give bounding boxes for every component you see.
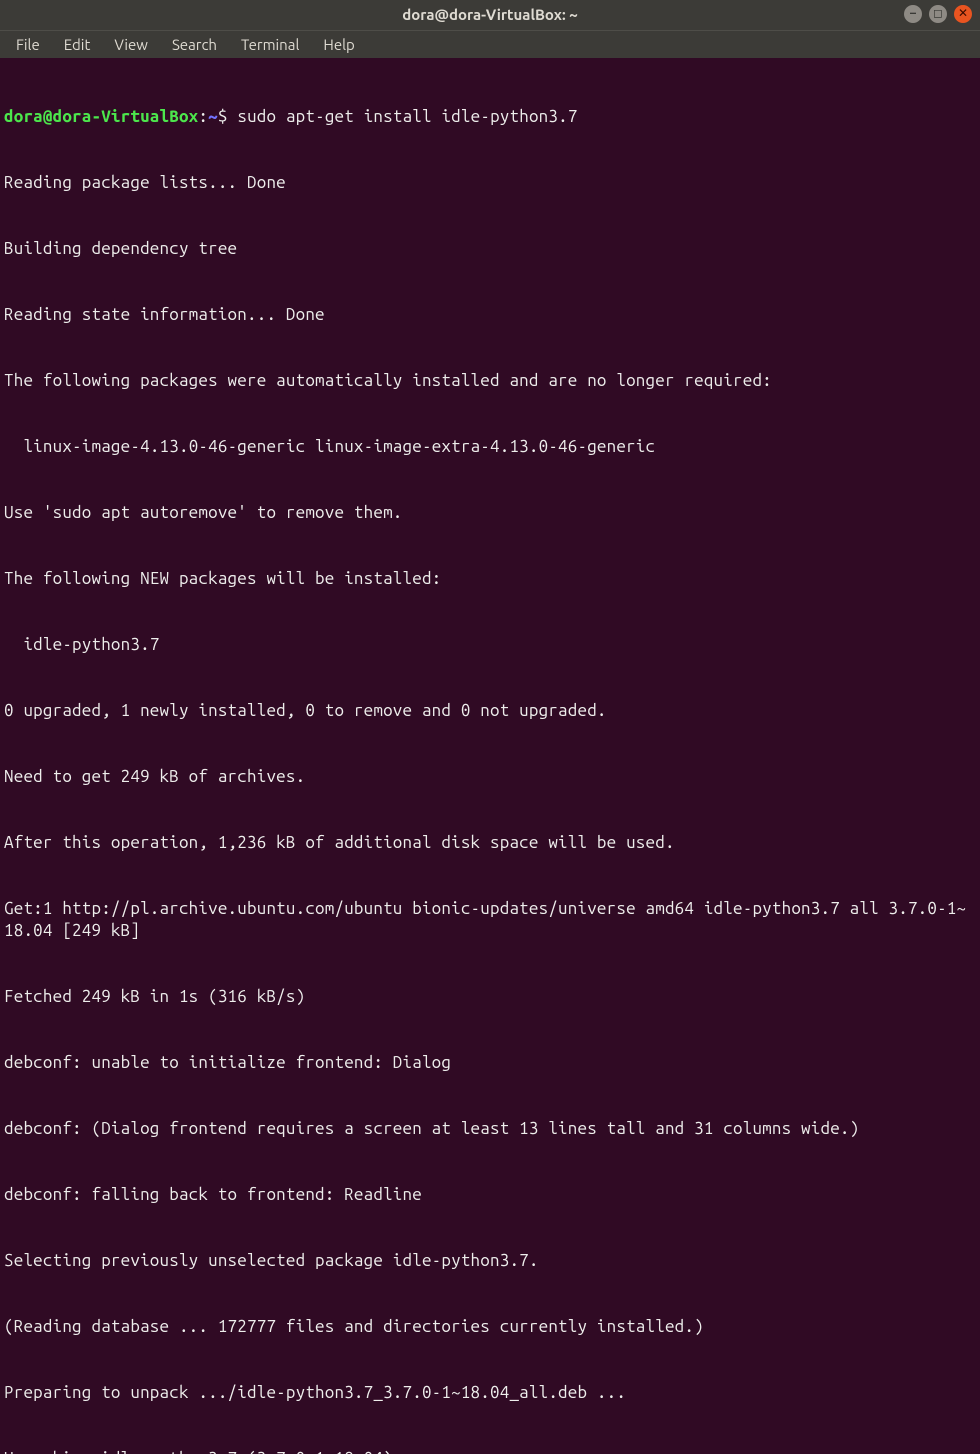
window-controls: – ◻ ✕ [904, 5, 972, 23]
output-line: Use 'sudo apt autoremove' to remove them… [4, 502, 974, 524]
output-line: Unpacking idle-python3.7 (3.7.0-1~18.04)… [4, 1448, 974, 1454]
output-line: (Reading database ... 172777 files and d… [4, 1316, 974, 1338]
output-line: 0 upgraded, 1 newly installed, 0 to remo… [4, 700, 974, 722]
output-line: linux-image-4.13.0-46-generic linux-imag… [4, 436, 974, 458]
output-line: After this operation, 1,236 kB of additi… [4, 832, 974, 854]
output-line: Fetched 249 kB in 1s (316 kB/s) [4, 986, 974, 1008]
prompt-line-1: dora@dora-VirtualBox:~$ sudo apt-get ins… [4, 106, 974, 128]
output-line: Building dependency tree [4, 238, 974, 260]
menu-help[interactable]: Help [313, 31, 364, 59]
menubar: File Edit View Search Terminal Help [0, 30, 980, 58]
output-line: debconf: unable to initialize frontend: … [4, 1052, 974, 1074]
output-line: idle-python3.7 [4, 634, 974, 656]
prompt-path: ~ [208, 107, 218, 126]
terminal-area[interactable]: dora@dora-VirtualBox:~$ sudo apt-get ins… [0, 58, 980, 1454]
output-line: debconf: falling back to frontend: Readl… [4, 1184, 974, 1206]
output-line: Selecting previously unselected package … [4, 1250, 974, 1272]
output-line: Reading package lists... Done [4, 172, 974, 194]
close-icon[interactable]: ✕ [954, 5, 972, 23]
menu-file[interactable]: File [6, 31, 50, 59]
menu-terminal[interactable]: Terminal [231, 31, 309, 59]
window-titlebar: dora@dora-VirtualBox: ~ – ◻ ✕ [0, 0, 980, 30]
minimize-icon[interactable]: – [904, 5, 922, 23]
menu-search[interactable]: Search [162, 31, 227, 59]
output-line: Preparing to unpack .../idle-python3.7_3… [4, 1382, 974, 1404]
prompt-dollar: $ [218, 107, 228, 126]
prompt-sep: : [198, 107, 208, 126]
output-line: Need to get 249 kB of archives. [4, 766, 974, 788]
output-line: Reading state information... Done [4, 304, 974, 326]
output-line: Get:1 http://pl.archive.ubuntu.com/ubunt… [4, 898, 974, 942]
output-line: The following packages were automaticall… [4, 370, 974, 392]
output-line: debconf: (Dialog frontend requires a scr… [4, 1118, 974, 1140]
output-line: The following NEW packages will be insta… [4, 568, 974, 590]
typed-command: sudo apt-get install idle-python3.7 [237, 107, 577, 126]
menu-edit[interactable]: Edit [54, 31, 101, 59]
prompt-user-host: dora@dora-VirtualBox [4, 107, 198, 126]
maximize-icon[interactable]: ◻ [929, 5, 947, 23]
menu-view[interactable]: View [104, 31, 158, 59]
window-title: dora@dora-VirtualBox: ~ [402, 4, 577, 26]
